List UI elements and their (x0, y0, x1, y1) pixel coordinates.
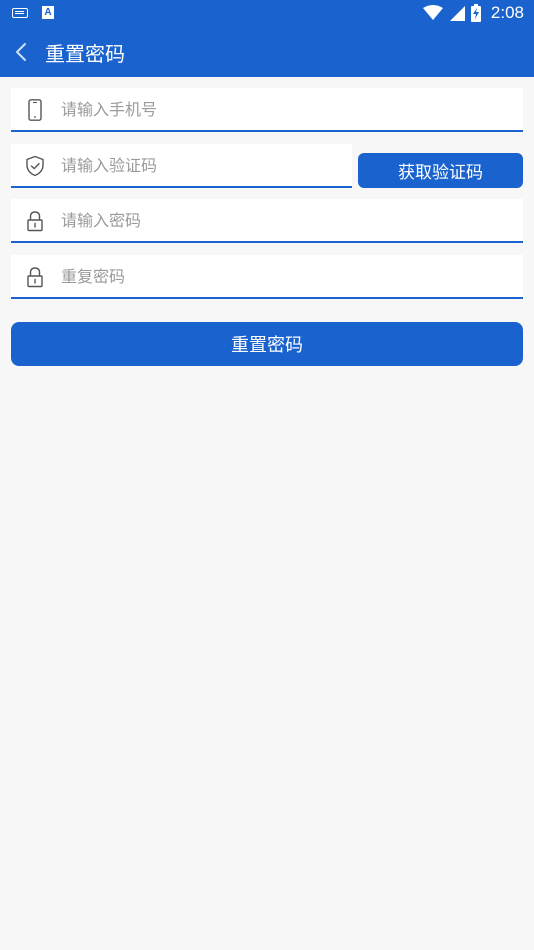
chevron-left-icon (16, 43, 26, 61)
signal-icon (449, 6, 465, 21)
phone-icon (25, 99, 45, 121)
confirm-password-field[interactable] (11, 255, 523, 299)
status-time: 2:08 (490, 3, 524, 22)
get-code-button[interactable]: 获取验证码 (358, 153, 523, 188)
lock-icon (25, 210, 45, 232)
battery-charging-icon (470, 4, 481, 22)
confirm-password-input[interactable] (61, 255, 513, 297)
code-field[interactable] (11, 144, 352, 188)
password-field[interactable] (11, 199, 523, 243)
reset-password-button[interactable]: 重置密码 (11, 322, 523, 366)
phone-input[interactable] (61, 88, 513, 130)
password-input[interactable] (61, 199, 513, 241)
status-bar-left: A (12, 6, 54, 19)
page-title: 重置密码 (45, 42, 125, 66)
status-bar-right: 2:08 (422, 3, 524, 23)
lock-icon (25, 266, 45, 288)
a-app-icon: A (42, 6, 54, 19)
wifi-icon (422, 5, 443, 20)
keyboard-icon (12, 7, 28, 18)
app-bar: 重置密码 (0, 26, 534, 77)
code-input[interactable] (61, 144, 342, 186)
back-button[interactable] (12, 39, 34, 65)
status-bar: A 2:08 (0, 0, 534, 26)
shield-icon (25, 155, 45, 177)
phone-field[interactable] (11, 88, 523, 132)
